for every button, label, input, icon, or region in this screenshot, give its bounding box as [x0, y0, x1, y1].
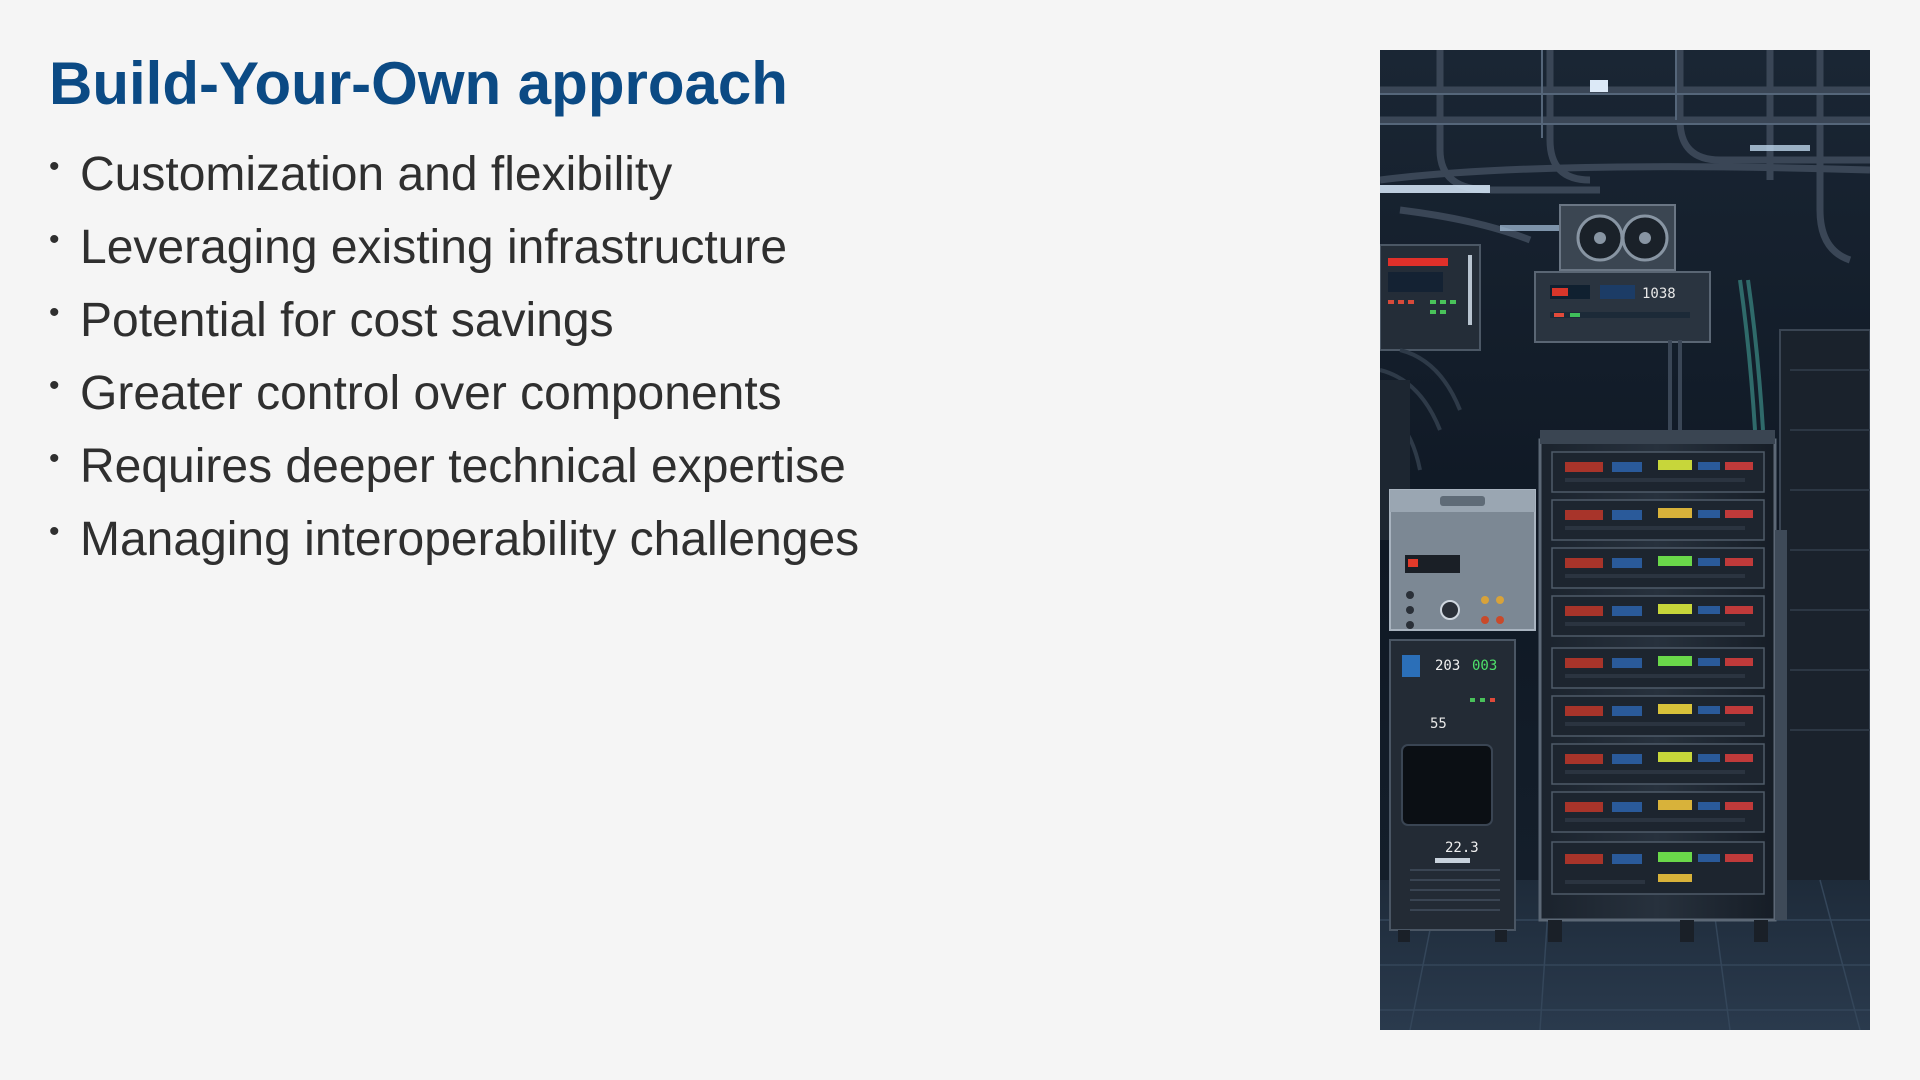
bullet-dot-icon: •: [49, 296, 60, 329]
svg-text:22.3: 22.3: [1445, 840, 1479, 856]
svg-text:55: 55: [1430, 716, 1447, 732]
bullet-text: Potential for cost savings: [80, 294, 614, 347]
silver-instrument-box: [1389, 489, 1536, 631]
bullet-item: • Leveraging existing infrastructure: [49, 220, 859, 293]
left-wall-unit: [1380, 244, 1481, 351]
main-server-rack: [1538, 430, 1777, 942]
bullet-dot-icon: •: [49, 442, 60, 475]
bullet-dot-icon: •: [49, 515, 60, 548]
bullet-item: • Managing interoperability challenges: [49, 512, 859, 585]
svg-text:203: 203: [1435, 658, 1460, 674]
bullet-item: • Potential for cost savings: [49, 293, 859, 366]
bullet-dot-icon: •: [49, 369, 60, 402]
slide: Build-Your-Own approach • Customization a…: [0, 0, 1920, 1080]
bullet-item: • Greater control over components: [49, 366, 859, 439]
server-rack-photo: 1038 203 003 55 22.3: [1380, 50, 1870, 1030]
bullet-list: • Customization and flexibility • Leveragi…: [49, 147, 859, 585]
bullet-text: Requires deeper technical expertise: [80, 440, 846, 493]
bullet-text: Customization and flexibility: [80, 148, 673, 201]
svg-text:1038: 1038: [1642, 286, 1676, 302]
bullet-text: Greater control over components: [80, 367, 782, 420]
bullet-item: • Customization and flexibility: [49, 147, 859, 220]
bullet-text: Leveraging existing infrastructure: [80, 221, 788, 274]
bullet-dot-icon: •: [49, 150, 60, 183]
upper-equipment: 1038: [1534, 271, 1711, 343]
slide-title: Build-Your-Own approach: [49, 50, 788, 117]
bullet-dot-icon: •: [49, 223, 60, 256]
bullet-text: Managing interoperability challenges: [80, 513, 860, 566]
left-cabinet: 203 003 55 22.3: [1389, 639, 1516, 942]
bullet-item: • Requires deeper technical expertise: [49, 439, 859, 512]
fan-unit: [1559, 204, 1676, 271]
rack-units: [1551, 451, 1765, 895]
svg-text:003: 003: [1472, 658, 1497, 674]
